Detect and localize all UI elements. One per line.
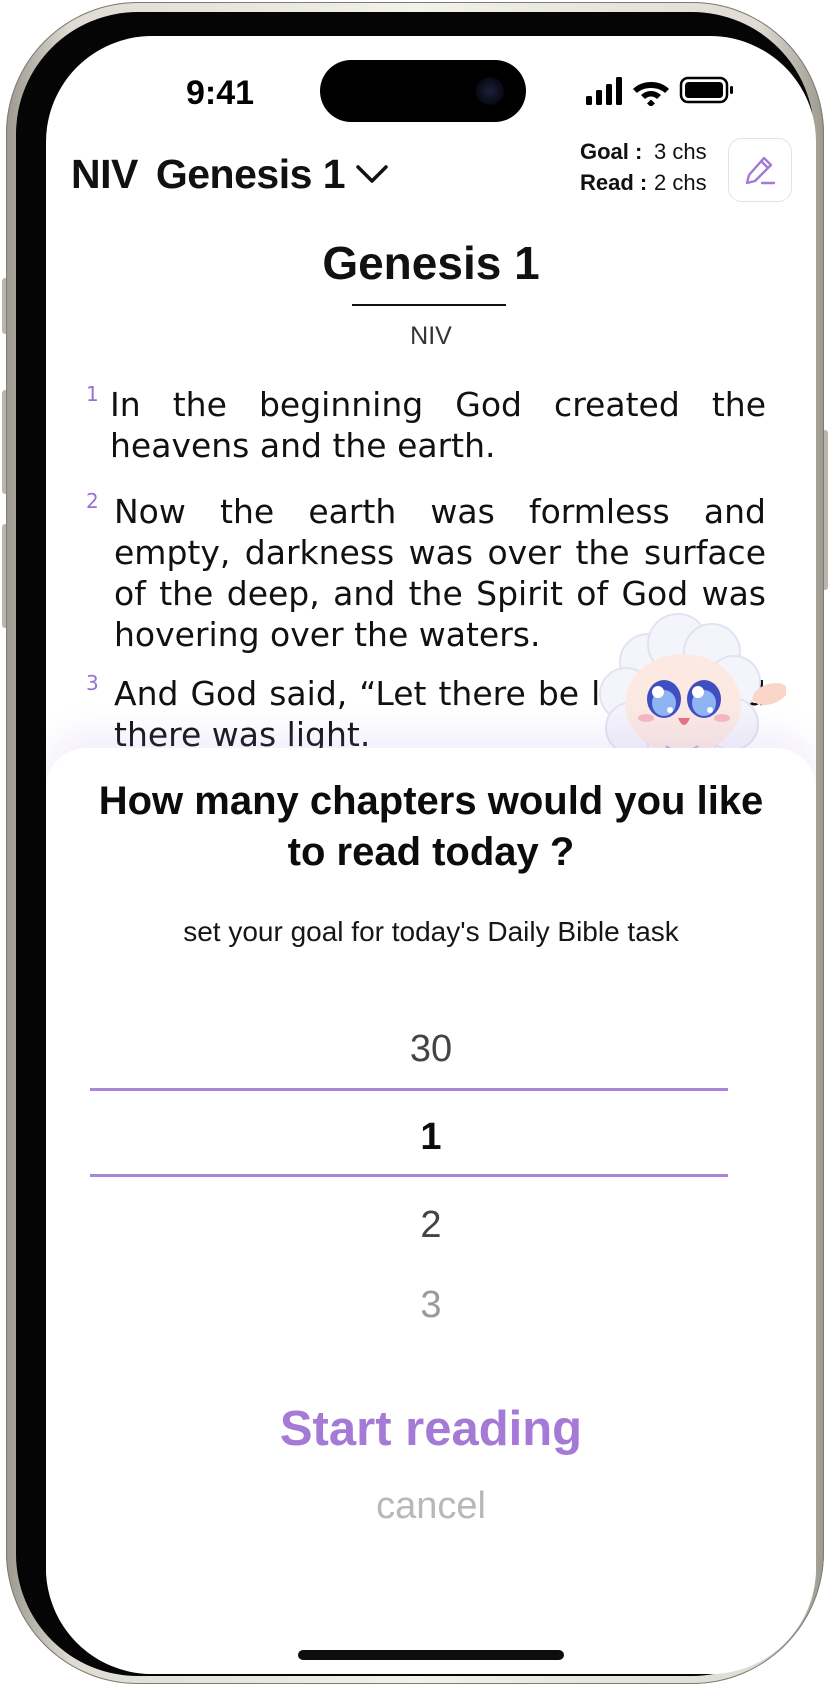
chevron-down-icon bbox=[356, 165, 388, 183]
picker-selection-bottom-line bbox=[90, 1174, 728, 1177]
signal-icon bbox=[586, 77, 622, 105]
phone-bezel: 9:41 NIV Genesis 1 Goal: 3 chs Read: 2… bbox=[16, 12, 816, 1676]
chapter-title: Genesis 1 bbox=[322, 237, 540, 289]
verse-number: 1 bbox=[86, 382, 99, 406]
picker-option[interactable]: 3 bbox=[46, 1284, 816, 1327]
verse-number: 3 bbox=[86, 671, 99, 695]
goal-sheet: How many chapters would you like to read… bbox=[46, 748, 816, 1674]
picker-selection-top-line bbox=[90, 1088, 728, 1091]
sheet-subtitle: set your goal for today's Daily Bible ta… bbox=[183, 916, 679, 947]
goal-progress: Goal : 3 chs Read : 2 chs bbox=[580, 136, 730, 198]
camera-icon bbox=[476, 77, 504, 105]
chapter-version: NIV bbox=[410, 322, 452, 350]
read-value: 2 chs bbox=[654, 170, 707, 195]
picker-selected-option[interactable]: 1 bbox=[46, 1116, 816, 1159]
goal-label: Goal : bbox=[580, 139, 643, 164]
book-chapter-label: Genesis 1 bbox=[155, 150, 346, 197]
canvas: 9:41 NIV Genesis 1 Goal: 3 chs Read: 2… bbox=[0, 0, 830, 1686]
picker-option[interactable]: 2 bbox=[46, 1204, 816, 1247]
edit-goal-button[interactable] bbox=[728, 138, 792, 202]
battery-icon bbox=[679, 76, 733, 104]
verse-text: In the beginning God created the heavens… bbox=[110, 385, 766, 465]
goal-value: 3 chs bbox=[654, 139, 707, 164]
sheet-title: How many chapters would you like to read… bbox=[98, 779, 764, 874]
chapter-count-picker[interactable]: 30 1 2 3 bbox=[46, 1004, 816, 1334]
phone-screen: 9:41 NIV Genesis 1 Goal: 3 chs Read: 2… bbox=[46, 36, 816, 1674]
version-label: NIV bbox=[71, 150, 138, 197]
pencil-icon bbox=[745, 156, 776, 185]
verse: 1 In the beginning God created the heave… bbox=[86, 382, 766, 466]
cancel-button[interactable]: cancel bbox=[331, 1478, 531, 1534]
read-label: Read : bbox=[580, 170, 648, 195]
wifi-icon bbox=[633, 82, 669, 106]
status-icons bbox=[586, 76, 733, 106]
start-reading-button[interactable]: Start reading bbox=[231, 1394, 631, 1464]
book-selector[interactable]: NIV Genesis 1 bbox=[71, 146, 389, 202]
status-time: 9:41 bbox=[185, 74, 255, 112]
home-indicator[interactable] bbox=[298, 1650, 564, 1660]
dynamic-island bbox=[320, 60, 526, 122]
picker-option[interactable]: 30 bbox=[46, 1028, 816, 1071]
verse-number: 2 bbox=[86, 489, 99, 513]
title-divider bbox=[352, 304, 506, 306]
